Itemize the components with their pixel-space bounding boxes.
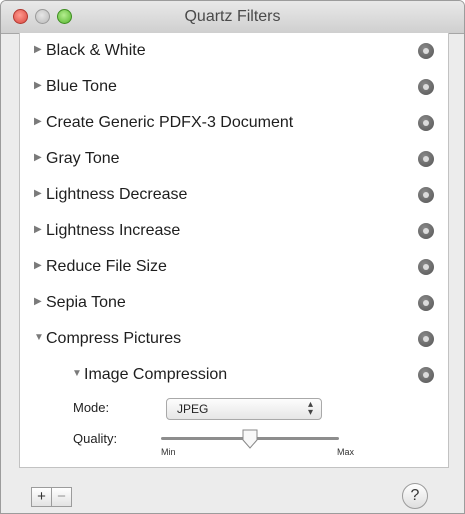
quality-min-label: Min [161,447,176,457]
mode-label: Mode: [73,400,110,415]
filter-row[interactable]: ▶ Reduce File Size [20,249,448,285]
triangle-right-icon[interactable]: ▶ [34,224,42,235]
triangle-right-icon[interactable]: ▶ [34,260,42,271]
quality-slider-thumb[interactable] [241,429,259,449]
gear-icon[interactable] [418,331,434,347]
filter-label: Black & White [46,42,146,59]
triangle-right-icon[interactable]: ▶ [34,188,42,199]
filter-label: Reduce File Size [46,258,167,275]
filter-row[interactable]: ▶ Black & White [20,33,448,69]
filter-row[interactable]: ▶ Blue Tone [20,69,448,105]
gear-icon[interactable] [418,43,434,59]
help-button[interactable]: ? [402,483,428,509]
add-button[interactable]: + [31,487,52,507]
title-bar[interactable]: Quartz Filters [1,1,464,34]
subfilter-row[interactable]: ▼ Image Compression [20,357,448,393]
gear-icon[interactable] [418,259,434,275]
gear-icon[interactable] [418,151,434,167]
subfilter-label: Image Compression [84,366,228,383]
filter-label: Compress Pictures [46,330,182,347]
filter-row[interactable]: ▶ Create Generic PDFX-3 Document [20,105,448,141]
triangle-right-icon[interactable]: ▶ [34,296,42,307]
gear-icon[interactable] [418,223,434,239]
updown-arrows-icon: ▴ ▾ [307,399,313,418]
mode-popup[interactable]: JPEG ▴ ▾ [166,398,322,420]
filter-label: Lightness Increase [46,222,181,239]
triangle-down-icon[interactable]: ▼ [72,368,82,379]
remove-button[interactable]: − [51,487,72,507]
quartz-filters-window: Quartz Filters ▶ Black & White ▶ Blue To… [0,0,465,514]
gear-icon[interactable] [418,295,434,311]
triangle-right-icon[interactable]: ▶ [34,152,42,163]
gear-icon[interactable] [418,367,434,383]
filter-row[interactable]: ▶ Sepia Tone [20,285,448,321]
filter-label: Sepia Tone [46,294,126,311]
triangle-right-icon[interactable]: ▶ [34,44,42,55]
filter-label: Lightness Decrease [46,186,188,203]
gear-icon[interactable] [418,79,434,95]
filter-row[interactable]: ▶ Lightness Increase [20,213,448,249]
window-title: Quartz Filters [184,8,281,25]
filter-row[interactable]: ▶ Lightness Decrease [20,177,448,213]
triangle-right-icon[interactable]: ▶ [34,116,42,127]
quality-label: Quality: [73,431,118,446]
gear-icon[interactable] [418,115,434,131]
gear-icon[interactable] [418,187,434,203]
filter-row[interactable]: ▶ Gray Tone [20,141,448,177]
filter-label: Gray Tone [46,150,120,167]
filter-label: Blue Tone [46,78,117,95]
quality-max-label: Max [337,447,355,457]
triangle-right-icon[interactable]: ▶ [34,80,42,91]
filter-row[interactable]: ▼ Compress Pictures [20,321,448,357]
triangle-down-icon[interactable]: ▼ [34,332,44,343]
mode-value: JPEG [177,402,209,416]
bottom-bar: + − ? [1,481,464,513]
filter-label: Create Generic PDFX-3 Document [46,114,294,131]
